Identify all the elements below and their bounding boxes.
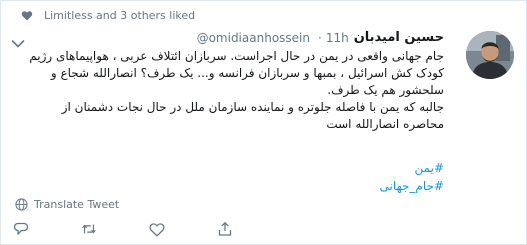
- share-icon[interactable]: [217, 221, 233, 237]
- tweet-text-paragraph-2: جالبه که یمن با فاصله جلوتره و نماینده س…: [61, 100, 444, 131]
- tweet-text: جام جهانی واقعی در یمن در حال اجراست. سر…: [20, 48, 444, 133]
- translate-tweet-button[interactable]: Translate Tweet: [15, 198, 119, 211]
- author-handle[interactable]: @omidiaanhossein: [197, 31, 310, 45]
- like-heart-icon[interactable]: [149, 221, 165, 237]
- tweet-time[interactable]: 11h: [326, 31, 349, 45]
- tweet-actions: [13, 221, 313, 237]
- retweet-icon[interactable]: [81, 221, 97, 237]
- heart-icon: [19, 7, 35, 23]
- social-context: Limitless and 3 others liked: [19, 7, 195, 23]
- translate-label: Translate Tweet: [34, 198, 120, 211]
- hashtag-link[interactable]: #یمن: [379, 159, 444, 177]
- reply-icon[interactable]: [13, 221, 29, 237]
- social-context-text: Limitless and 3 others liked: [44, 8, 196, 22]
- tweet-text-paragraph-1: جام جهانی واقعی در یمن در حال اجراست. سر…: [29, 49, 444, 97]
- globe-icon: [15, 198, 28, 211]
- hashtag-link[interactable]: #جام_جهانی: [379, 177, 444, 195]
- author-name[interactable]: حسین امیدبان: [354, 30, 444, 45]
- tweet-header: @omidiaanhossein · 11h حسین امیدبان: [197, 30, 444, 45]
- chevron-down-icon[interactable]: [11, 34, 25, 48]
- separator-dot: ·: [317, 30, 322, 45]
- hashtag-list: #یمن #جام_جهانی: [379, 159, 444, 195]
- tweet-card[interactable]: Limitless and 3 others liked @omidiaanho…: [0, 0, 527, 245]
- avatar[interactable]: [466, 31, 514, 79]
